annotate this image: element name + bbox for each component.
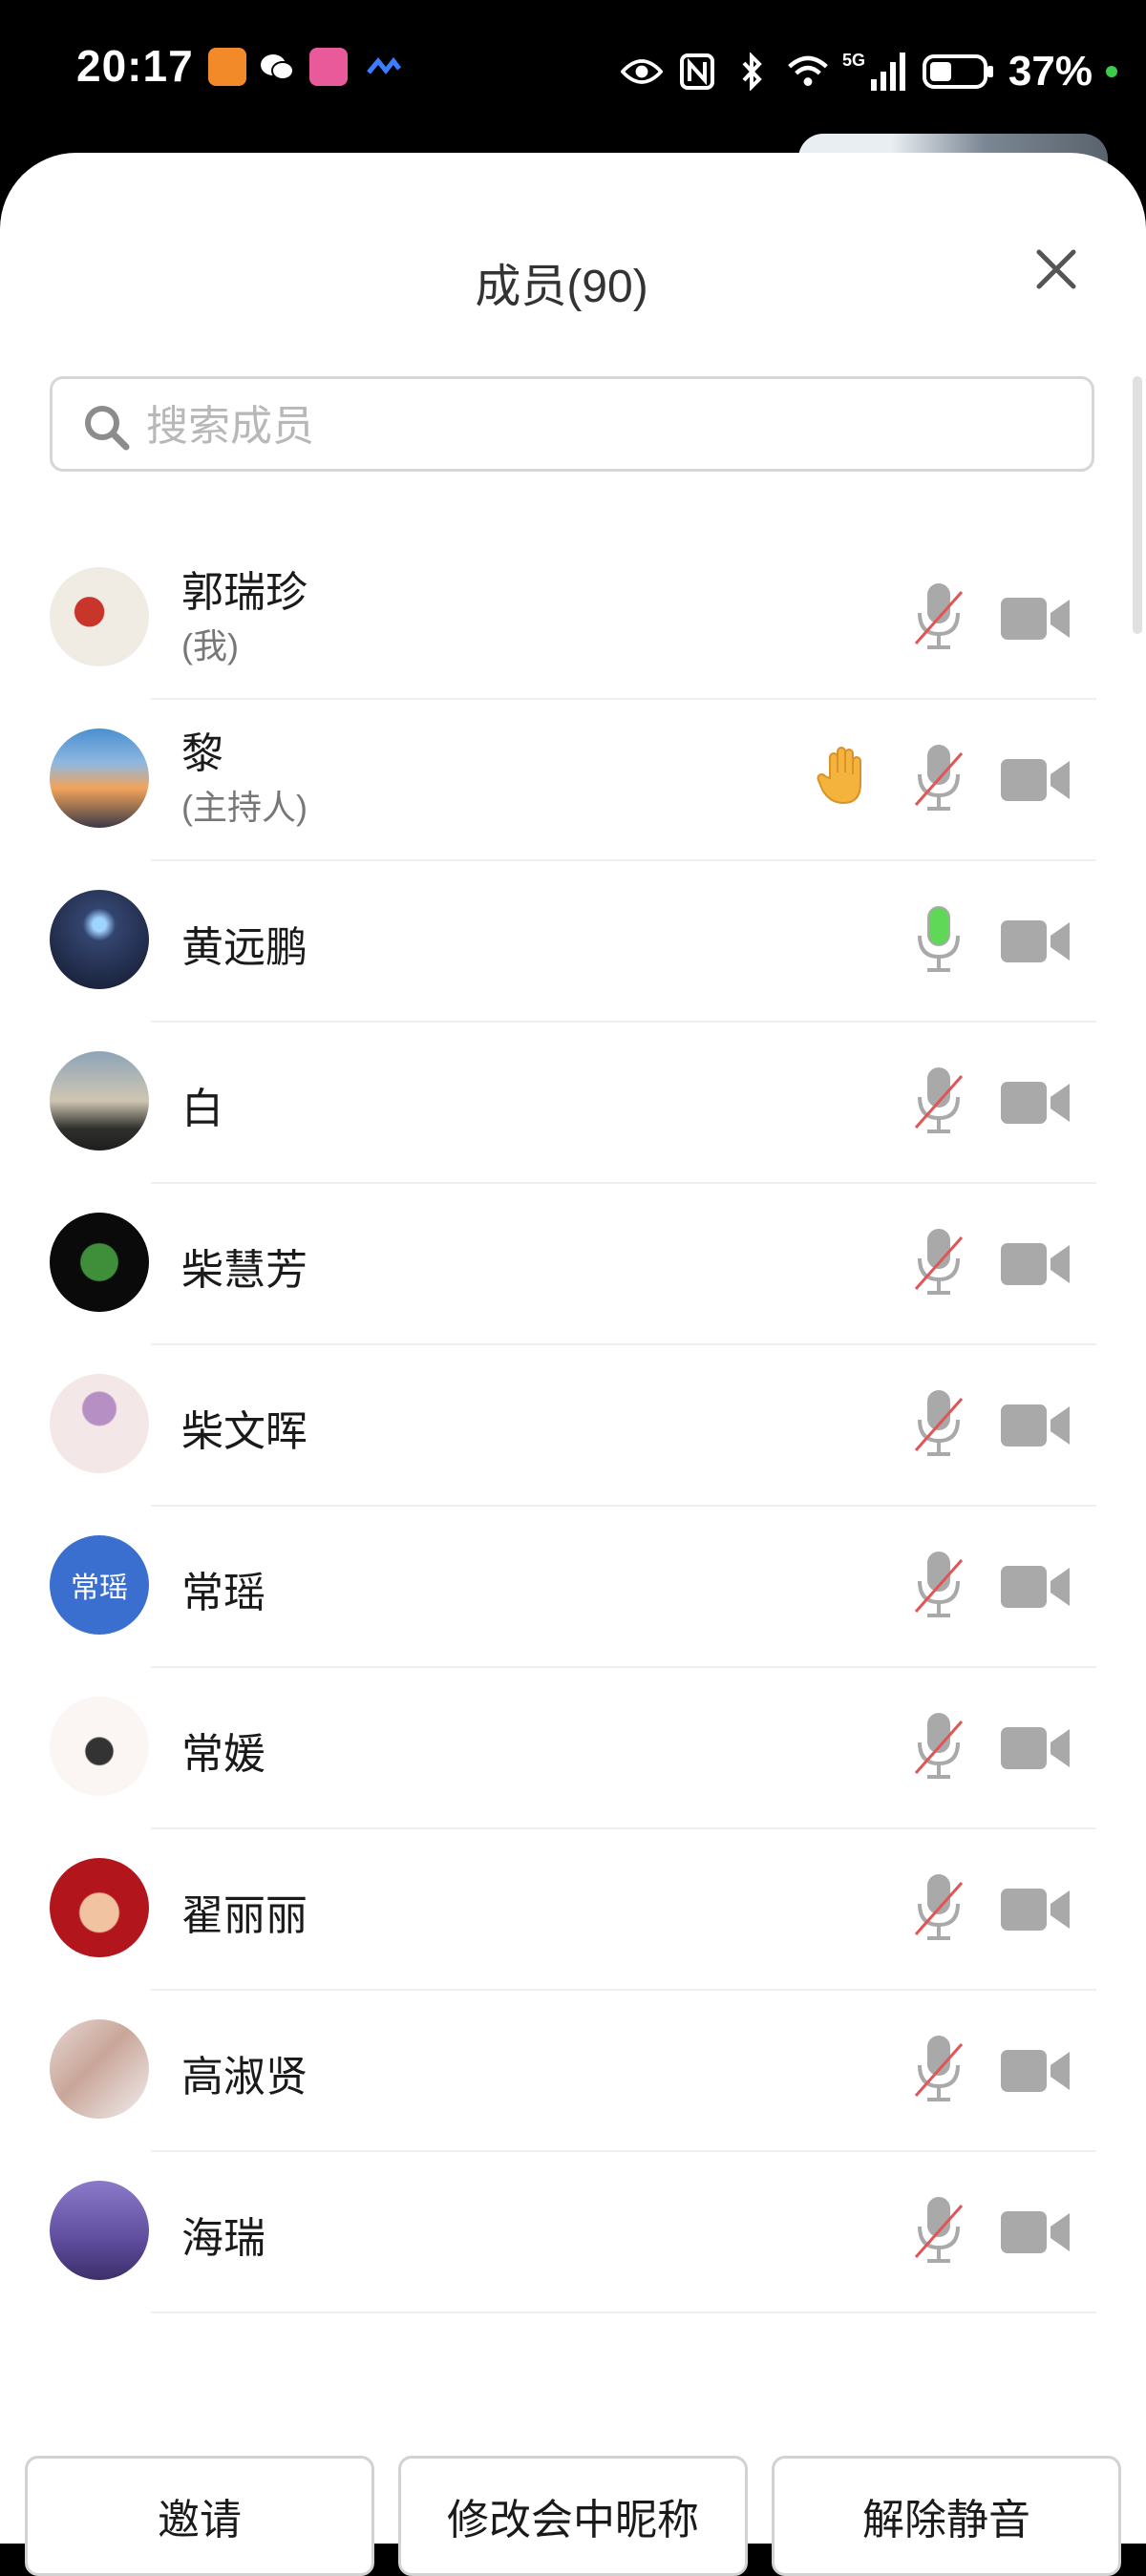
search-placeholder: 搜索成员 — [146, 403, 314, 450]
microphone-muted-icon[interactable] — [912, 1065, 966, 1137]
avatar — [50, 1858, 149, 1957]
video-camera-icon[interactable] — [999, 1562, 1072, 1612]
member-row[interactable]: 黄远鹏 — [0, 861, 1146, 1023]
search-icon — [85, 406, 130, 451]
video-camera-icon[interactable] — [999, 1239, 1072, 1289]
member-row[interactable]: 柴文晖 — [0, 1345, 1146, 1507]
avatar — [50, 1051, 149, 1151]
member-row[interactable]: 常瑶 常瑶 — [0, 1507, 1146, 1668]
member-row[interactable]: 翟丽丽 — [0, 1829, 1146, 1991]
battery-icon — [922, 53, 995, 91]
video-camera-icon[interactable] — [999, 2046, 1072, 2096]
status-bar: 20:17 5G 37% — [0, 0, 1146, 172]
member-name: 海瑞 — [181, 2215, 265, 2262]
status-time: 20:17 — [76, 41, 194, 91]
avatar — [50, 567, 149, 666]
video-camera-icon[interactable] — [999, 1885, 1072, 1934]
microphone-muted-icon[interactable] — [912, 2194, 966, 2267]
nfc-icon — [676, 53, 718, 91]
close-icon — [1036, 249, 1076, 289]
bluetooth-icon — [732, 53, 774, 91]
video-camera-icon[interactable] — [999, 755, 1072, 805]
microphone-muted-icon[interactable] — [912, 1387, 966, 1460]
member-row[interactable]: 高淑贤 — [0, 1991, 1146, 2152]
microphone-muted-icon[interactable] — [912, 1871, 966, 1944]
avatar — [50, 2019, 149, 2119]
unmute-button[interactable]: 解除静音 — [772, 2456, 1121, 2576]
microphone-active-icon[interactable] — [912, 903, 966, 976]
search-input[interactable]: 搜索成员 — [50, 376, 1094, 472]
app-notification-icon — [208, 48, 246, 86]
microphone-muted-icon[interactable] — [912, 1226, 966, 1299]
members-sheet: 成员(90) 搜索成员 郭瑞珍 (我) 黎 (主持人) 黄远鹏白柴慧芳柴文晖常瑶 常瑶常媛… — [0, 153, 1146, 2576]
avatar — [50, 1374, 149, 1473]
avatar — [50, 1697, 149, 1796]
rename-button[interactable]: 修改会中昵称 — [398, 2456, 748, 2576]
member-name: 郭瑞珍 — [181, 569, 308, 616]
microphone-muted-icon[interactable] — [912, 581, 966, 653]
member-name: 柴慧芳 — [181, 1247, 308, 1294]
member-role: (我) — [181, 626, 239, 665]
member-row[interactable]: 海瑞 — [0, 2152, 1146, 2313]
microphone-muted-icon[interactable] — [912, 1710, 966, 1783]
member-row[interactable]: 郭瑞珍 (我) — [0, 538, 1146, 700]
battery-percent: 37% — [1008, 48, 1093, 95]
video-camera-icon[interactable] — [999, 2207, 1072, 2257]
member-name: 高淑贤 — [181, 2054, 308, 2101]
video-camera-icon[interactable] — [999, 917, 1072, 966]
svg-text:5G: 5G — [842, 51, 865, 70]
member-name: 翟丽丽 — [181, 1892, 308, 1939]
member-name: 白 — [181, 1086, 223, 1132]
video-camera-icon[interactable] — [999, 1401, 1072, 1450]
member-name: 黎 — [181, 730, 223, 777]
member-row[interactable]: 黎 (主持人) — [0, 700, 1146, 861]
charging-dot — [1106, 66, 1117, 77]
wifi-icon — [787, 53, 829, 91]
status-icons: 5G 37% — [620, 38, 1117, 105]
video-camera-icon[interactable] — [999, 1078, 1072, 1128]
shopping-app-icon — [309, 48, 348, 86]
member-name: 常媛 — [181, 1731, 265, 1778]
avatar — [50, 1213, 149, 1312]
invite-button[interactable]: 邀请 — [25, 2456, 374, 2576]
avatar — [50, 2181, 149, 2280]
video-camera-icon[interactable] — [999, 1723, 1072, 1773]
avatar: 常瑶 — [50, 1535, 149, 1635]
page-title: 成员(90) — [475, 262, 648, 312]
member-row[interactable]: 柴慧芳 — [0, 1184, 1146, 1345]
avatar-initials: 常瑶 — [71, 1573, 128, 1604]
row-divider — [151, 2312, 1096, 2313]
video-camera-icon[interactable] — [999, 594, 1072, 644]
microphone-muted-icon[interactable] — [912, 1549, 966, 1621]
member-name: 黄远鹏 — [181, 924, 308, 971]
wechat-icon — [258, 48, 296, 86]
member-role: (主持人) — [181, 788, 308, 827]
microphone-muted-icon[interactable] — [912, 2033, 966, 2105]
member-row[interactable]: 常媛 — [0, 1668, 1146, 1829]
cellular-signal-icon: 5G — [842, 51, 909, 91]
member-name: 柴文晖 — [181, 1408, 308, 1455]
microphone-muted-icon[interactable] — [912, 742, 966, 814]
member-row[interactable]: 白 — [0, 1023, 1146, 1184]
raised-hand-icon — [817, 747, 861, 805]
avatar — [50, 890, 149, 989]
feishu-icon — [365, 48, 403, 86]
member-name: 常瑶 — [181, 1570, 265, 1616]
member-list: 郭瑞珍 (我) 黎 (主持人) 黄远鹏白柴慧芳柴文晖常瑶 常瑶常媛翟丽丽高淑贤海瑞 — [0, 538, 1146, 2410]
avatar — [50, 728, 149, 828]
close-button[interactable] — [1031, 244, 1081, 294]
eye-icon — [620, 53, 663, 91]
